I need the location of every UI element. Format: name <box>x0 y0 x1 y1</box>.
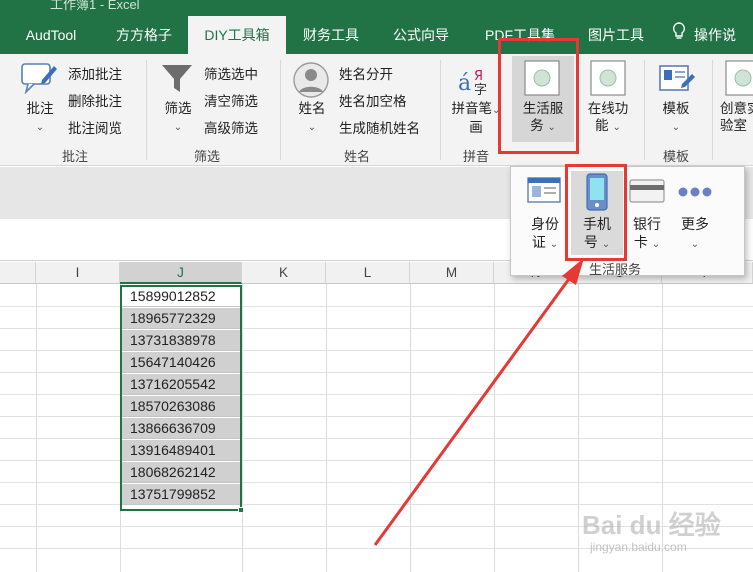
red-arrow-annotation <box>373 258 584 546</box>
baidu-watermark-url: jingyan.baidu.com <box>590 540 687 554</box>
baidu-watermark: Bai du 经验 <box>582 510 721 540</box>
